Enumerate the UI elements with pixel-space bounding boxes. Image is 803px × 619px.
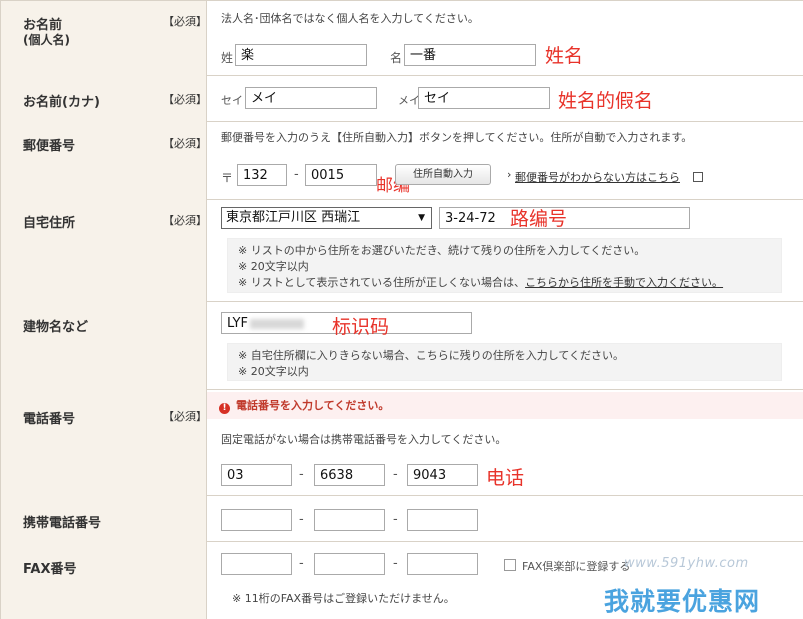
address-autofill-button[interactable]: 住所自動入力 [395, 164, 491, 185]
address-hint-2: ※ 20文字以内 [238, 260, 309, 273]
external-link-icon [693, 172, 703, 182]
fax-club-checkbox[interactable] [504, 559, 516, 571]
label-cell: お名前 (個人名) [0, 1, 160, 75]
fax-input-1[interactable] [221, 553, 292, 575]
mobile-input-3[interactable] [407, 509, 478, 531]
postal-input-2[interactable]: 0015 [305, 164, 377, 186]
phone-note: 固定電話がない場合は携帯電話番号を入力してください。 [221, 433, 507, 446]
kana-mei-label: メイ [398, 94, 420, 107]
postal-lookup-arrow: › [507, 168, 512, 181]
name-annotation: 姓名 [545, 45, 584, 67]
label-cell: 郵便番号 [0, 121, 160, 199]
address-select-value: 東京都江戸川区 西瑞江 [226, 210, 361, 225]
building-hint-box: ※ 自宅住所欄に入りきらない場合、こちらに残りの住所を入力してください。 ※ 2… [227, 343, 782, 381]
row-building: 建物名など LYF 标识码 ※ 自宅住所欄に入りきらない場合、こちらに残りの住所… [0, 301, 803, 390]
fax-input-2[interactable] [314, 553, 385, 575]
kana-mei-input[interactable]: セイ [418, 87, 550, 109]
name-sub-label: (個人名) [23, 33, 70, 47]
autofill-button-label: 住所自動入力 [413, 169, 473, 180]
address-hint-box: ※ リストの中から住所をお選びいただき、続けて残りの住所を入力してください。 ※… [227, 238, 782, 293]
row-postal: 郵便番号 【必須】 郵便番号を入力のうえ【住所自動入力】ボタンを押してください。… [0, 121, 803, 200]
phone-error-text: 電話番号を入力してください。 [236, 399, 390, 412]
mobile-label: 携帯電話番号 [23, 516, 102, 531]
label-cell: FAX番号 [0, 541, 160, 619]
building-annotation: 标识码 [332, 316, 390, 338]
postal-lookup-link[interactable]: 郵便番号がわからない方はこちら [515, 169, 680, 185]
label-cell: お名前(カナ) [0, 75, 160, 121]
mei-input[interactable]: 一番 [404, 44, 536, 66]
row-name: お名前 (個人名) 【必須】 法人名･団体名ではなく個人名を入力してください。 … [0, 1, 803, 76]
postal-dash: - [294, 167, 299, 182]
postal-input-1[interactable]: 132 [237, 164, 287, 186]
fax-note: ※ 11桁のFAX番号はご登録いただけません。 [232, 592, 455, 605]
mobile-input-1[interactable] [221, 509, 292, 531]
row-kana: お名前(カナ) 【必須】 セイ メイ メイ セイ 姓名的假名 [0, 75, 803, 122]
mei-label: 名 [390, 51, 403, 65]
required-cell [159, 301, 207, 389]
address-select[interactable]: 東京都江戸川区 西瑞江 ▼ [221, 207, 432, 229]
watermark-url: www.591yhw.com [624, 556, 749, 571]
kana-label: お名前(カナ) [23, 95, 100, 110]
registration-form: お名前 (個人名) 【必須】 法人名･団体名ではなく個人名を入力してください。 … [0, 0, 803, 619]
manual-address-link[interactable]: こちらから住所を手動で入力ください。 [525, 276, 723, 289]
phone-input-1[interactable]: 03 [221, 464, 292, 486]
phone-input-3[interactable]: 9043 [407, 464, 478, 486]
redacted-blur [249, 318, 304, 329]
kana-sei-input[interactable]: メイ [245, 87, 377, 109]
fax-label: FAX番号 [23, 562, 77, 577]
watermark-name: 我就要优惠网 [604, 587, 761, 616]
building-label: 建物名など [23, 320, 89, 335]
required-cell [159, 495, 207, 541]
phone-error-banner: ! 電話番号を入力してください。 [207, 392, 803, 419]
phone-label: 電話番号 [23, 412, 76, 427]
name-note: 法人名･団体名ではなく個人名を入力してください。 [221, 12, 479, 25]
required-cell [159, 121, 207, 199]
building-hint-2: ※ 20文字以内 [238, 365, 309, 378]
postal-note: 郵便番号を入力のうえ【住所自動入力】ボタンを押してください。住所が自動で入力され… [221, 131, 693, 144]
phone-annotation: 电话 [486, 467, 525, 489]
label-cell: 建物名など [0, 301, 160, 389]
required-cell [159, 541, 207, 619]
label-cell: 携帯電話番号 [0, 495, 160, 541]
fax-club-label: FAX倶楽部に登録する [522, 560, 631, 573]
error-icon: ! [219, 403, 230, 414]
phone-input-2[interactable]: 6638 [314, 464, 385, 486]
phone-dash-1: - [299, 467, 304, 482]
required-badge: 【必須】 [163, 93, 207, 106]
postal-label: 郵便番号 [23, 139, 76, 154]
phone-dash-2: - [393, 467, 398, 482]
postal-mark: 〒 [221, 171, 234, 185]
row-phone: 電話番号 【必須】 ! 電話番号を入力してください。 固定電話がない場合は携帯電話… [0, 389, 803, 496]
sei-input[interactable]: 楽 [235, 44, 367, 66]
chevron-down-icon: ▼ [418, 213, 425, 223]
label-cell: 電話番号 [0, 389, 160, 495]
building-input-value: LYF [227, 316, 248, 331]
required-badge: 【必須】 [163, 15, 207, 28]
address-hint-3: ※ リストとして表示されている住所が正しくない場合は、こちらから住所を手動で入力… [238, 275, 781, 291]
label-cell: 自宅住所 [0, 199, 160, 301]
mobile-input-2[interactable] [314, 509, 385, 531]
sei-label: 姓 [221, 51, 234, 65]
kana-sei-label: セイ [221, 94, 243, 107]
mobile-dash-2: - [393, 512, 398, 527]
address-annotation: 路编号 [510, 208, 568, 230]
fax-dash-1: - [299, 556, 304, 571]
building-hint-1: ※ 自宅住所欄に入りきらない場合、こちらに残りの住所を入力してください。 [238, 349, 625, 362]
mobile-dash-1: - [299, 512, 304, 527]
kana-annotation: 姓名的假名 [558, 90, 654, 112]
required-badge: 【必須】 [163, 410, 207, 423]
fax-input-3[interactable] [407, 553, 478, 575]
required-badge: 【必須】 [163, 137, 207, 150]
address-hint-3-text: ※ リストとして表示されている住所が正しくない場合は、 [238, 276, 526, 289]
row-mobile: 携帯電話番号 - - [0, 495, 803, 542]
required-badge: 【必須】 [163, 214, 207, 227]
required-cell [159, 389, 207, 495]
address-hint-1: ※ リストの中から住所をお選びいただき、続けて残りの住所を入力してください。 [238, 244, 646, 257]
row-address: 自宅住所 【必須】 東京都江戸川区 西瑞江 ▼ 3-24-72 路编号 ※ リス… [0, 199, 803, 302]
fax-dash-2: - [393, 556, 398, 571]
address-label: 自宅住所 [23, 216, 76, 231]
